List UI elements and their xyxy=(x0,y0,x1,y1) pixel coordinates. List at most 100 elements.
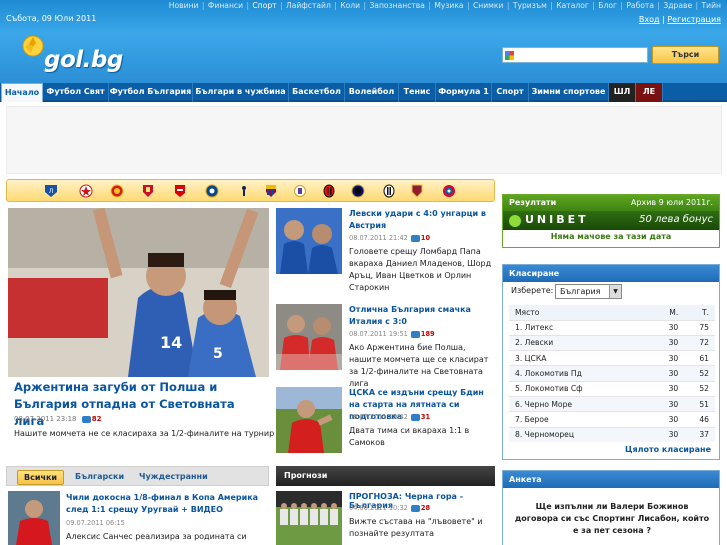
arsenal-crest-icon[interactable] xyxy=(173,184,187,198)
real-madrid-crest-icon[interactable] xyxy=(293,184,307,198)
points: 72 xyxy=(684,334,715,351)
news-date: 08.07.2011 21:42 xyxy=(349,234,408,242)
nav-tab-formula1[interactable]: Формула 1 xyxy=(436,83,492,102)
news-comment-count[interactable]: 10 xyxy=(421,234,430,242)
nav-tab-winter-sports[interactable]: Зимни спортове xyxy=(529,83,609,102)
team-name[interactable]: 7. Берое xyxy=(509,411,654,428)
points: 75 xyxy=(684,319,715,336)
portal-nav-item[interactable]: Коли xyxy=(340,1,360,10)
team-name[interactable]: 2. Левски xyxy=(509,334,654,351)
prognosis-text: Вижте съставa на "лъвовете" и познайте р… xyxy=(349,517,483,538)
nav-tab-tennis[interactable]: Тенис xyxy=(399,83,436,102)
nav-tab-football-bulgaria[interactable]: Футбол България xyxy=(109,83,193,102)
nav-tab-volleyball[interactable]: Волейбол xyxy=(345,83,399,102)
results-archive-link[interactable]: Архив 9 юли 2011г. xyxy=(631,195,713,211)
man-utd-crest-icon[interactable] xyxy=(110,184,124,198)
login-link[interactable]: Вход xyxy=(639,15,660,24)
news-thumb[interactable] xyxy=(276,387,342,453)
league-select[interactable]: България ▼ xyxy=(555,284,622,299)
news-item: ЦСКА се издъни срещу Бдин на старта на л… xyxy=(276,387,496,457)
site-logo[interactable]: gol.bg xyxy=(22,35,123,75)
sponsor-banner[interactable]: UNIBET 50 лева бонус xyxy=(503,211,719,230)
cska-crest-icon[interactable] xyxy=(79,184,93,198)
portal-nav-item[interactable]: Новини xyxy=(169,1,199,10)
points: 46 xyxy=(684,411,715,428)
featured-image[interactable]: 14 5 xyxy=(8,208,269,377)
prognosis-comment-count[interactable]: 28 xyxy=(421,504,430,512)
nav-separator: | xyxy=(199,1,207,10)
nav-tab-sport[interactable]: Спорт xyxy=(492,83,529,102)
news-thumb[interactable] xyxy=(276,208,342,274)
tab-bulgarian[interactable]: Български xyxy=(69,470,130,485)
roma-crest-icon[interactable] xyxy=(410,184,424,198)
table-row: 5. Локомотив Сф 30 52 xyxy=(509,380,715,397)
news-filter-tabs: Всички Български Чуждестранни xyxy=(6,466,269,486)
barcelona-crest-icon[interactable] xyxy=(264,184,278,198)
poll-title: Анкета xyxy=(503,471,719,488)
team-name[interactable]: 6. Черно Море xyxy=(509,395,654,412)
portal-nav-item[interactable]: Музика xyxy=(434,1,463,10)
juventus-crest-icon[interactable] xyxy=(382,184,396,198)
tottenham-crest-icon[interactable] xyxy=(237,184,251,198)
no-matches-message: Няма мачове за тази дата xyxy=(550,232,672,241)
prognoses-heading[interactable]: Прогнози xyxy=(276,466,495,486)
portal-nav-item[interactable]: Финанси xyxy=(208,1,243,10)
portal-nav-item[interactable]: Каталог xyxy=(556,1,589,10)
news-title[interactable]: Отлична България смачка Италия с 3:0 xyxy=(349,304,497,328)
featured-comment-count[interactable]: 82 xyxy=(92,415,102,423)
portal-nav-item[interactable]: Блог xyxy=(598,1,617,10)
portal-nav-item[interactable]: Тийн xyxy=(702,1,721,10)
news-title[interactable]: Левски удари с 4:0 унгарци в Австрия xyxy=(349,208,497,232)
portal-nav-item[interactable]: Туризъм xyxy=(513,1,547,10)
portal-nav-item[interactable]: Здраве xyxy=(663,1,692,10)
team-name[interactable]: 5. Локомотив Сф xyxy=(509,380,654,397)
nav-separator: | xyxy=(504,1,512,10)
portal-nav-item[interactable]: Снимки xyxy=(473,1,503,10)
news-comment-count[interactable]: 189 xyxy=(421,330,435,338)
table-row: 4. Локомотив Пд 30 52 xyxy=(509,365,715,382)
levski-crest-icon[interactable]: Л xyxy=(44,184,58,198)
nav-separator: | xyxy=(425,1,434,10)
liverpool-crest-icon[interactable] xyxy=(141,184,155,198)
nav-tab-football-world[interactable]: Футбол Свят xyxy=(43,83,109,102)
main-nav: Начало Футбол Свят Футбол България Бълга… xyxy=(0,83,727,102)
inter-crest-icon[interactable] xyxy=(351,184,365,198)
news-comment-count[interactable]: 31 xyxy=(421,413,430,421)
portal-nav-item[interactable]: Запознанства xyxy=(369,1,424,10)
bulgaria-volleyball-photo xyxy=(276,304,342,370)
play-arrow-icon xyxy=(509,215,521,227)
team-name[interactable]: 8. Черноморец xyxy=(509,426,654,443)
search-box[interactable] xyxy=(502,47,648,63)
team-name[interactable]: 4. Локомотив Пд xyxy=(509,365,654,382)
chelsea-crest-icon[interactable] xyxy=(205,184,219,198)
nav-tab-champions-league[interactable]: ШЛ xyxy=(609,83,636,102)
news-meta: 08.07.2011 19:42 31 xyxy=(349,413,430,421)
results-title[interactable]: Резултати xyxy=(509,195,556,211)
site-header: Новини | Финанси | Спорт | Лайфстайл | К… xyxy=(0,0,727,83)
nav-tab-home[interactable]: Начало xyxy=(1,83,43,102)
current-date: Събота, 09 Юли 2011 xyxy=(6,14,97,23)
search-button[interactable]: Търси xyxy=(652,46,719,64)
col-matches: М. xyxy=(653,305,685,320)
nav-separator: | xyxy=(331,1,340,10)
nav-tab-europa-league[interactable]: ЛЕ xyxy=(636,83,663,102)
tab-foreign[interactable]: Чуждестранни xyxy=(133,470,214,485)
full-standings-link[interactable]: Цялото класиране xyxy=(625,445,711,454)
nav-tab-bulgarians-abroad[interactable]: Българи в чужбина xyxy=(193,83,289,102)
portal-nav-item[interactable]: Спорт xyxy=(252,1,276,10)
search-input[interactable] xyxy=(517,49,645,61)
news-thumb[interactable] xyxy=(8,491,60,545)
team-name[interactable]: 1. Литекс xyxy=(509,319,654,336)
matches: 30 xyxy=(653,395,685,412)
milan-crest-icon[interactable] xyxy=(322,184,336,198)
bottom-news-title[interactable]: Чили докосна 1/8-финал в Копа Америка сл… xyxy=(66,492,276,516)
bayern-crest-icon[interactable] xyxy=(442,184,456,198)
team-name[interactable]: 3. ЦСКА xyxy=(509,350,654,366)
portal-nav-item[interactable]: Лайфстайл xyxy=(286,1,331,10)
nav-tab-basketball[interactable]: Баскетбол xyxy=(289,83,345,102)
news-thumb[interactable] xyxy=(276,491,342,545)
tab-all[interactable]: Всички xyxy=(17,470,64,485)
news-thumb[interactable] xyxy=(276,304,342,370)
portal-nav-item[interactable]: Работа xyxy=(626,1,654,10)
register-link[interactable]: Регистрация xyxy=(667,15,721,24)
